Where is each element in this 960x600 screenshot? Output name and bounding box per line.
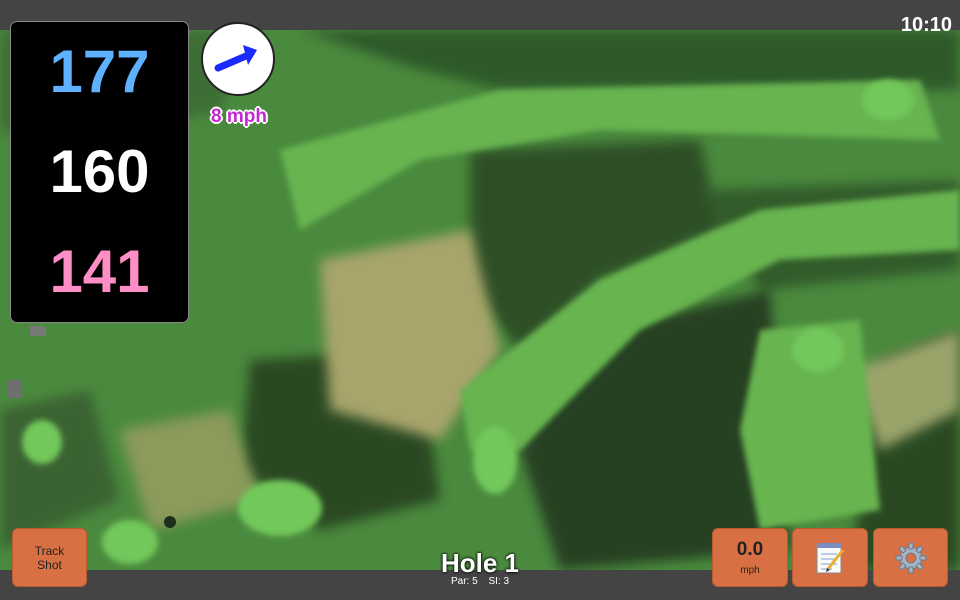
- wind-arrow-icon: [214, 45, 257, 72]
- wind-indicator: [201, 22, 275, 96]
- speed-button[interactable]: 0.0 mph: [712, 528, 788, 587]
- middle-distance: 160: [49, 138, 150, 205]
- track-shot-label-line2: Shot: [37, 557, 62, 572]
- front-distance: 141: [49, 238, 150, 305]
- track-shot-button[interactable]: Track Shot: [12, 528, 87, 587]
- hole-title: Hole 1: [440, 548, 520, 578]
- hole-stroke-index: SI: 3: [488, 576, 510, 587]
- gear-icon: [895, 542, 926, 573]
- hole-par: Par: 5: [450, 576, 478, 587]
- track-shot-label-line1: Track: [34, 543, 65, 558]
- notes-button[interactable]: [792, 528, 868, 587]
- settings-button[interactable]: [873, 528, 948, 587]
- back-distance: 177: [49, 38, 150, 105]
- notepad-icon: [816, 542, 845, 573]
- wind-speed: 8 mph: [211, 106, 267, 127]
- clock: 10:10: [900, 14, 952, 36]
- hole-info: Par: 5 SI: 3: [380, 576, 580, 587]
- speed-value: 0.0: [736, 539, 764, 560]
- speed-unit: mph: [740, 565, 760, 576]
- yardage-panel: 177 160 141: [11, 22, 188, 322]
